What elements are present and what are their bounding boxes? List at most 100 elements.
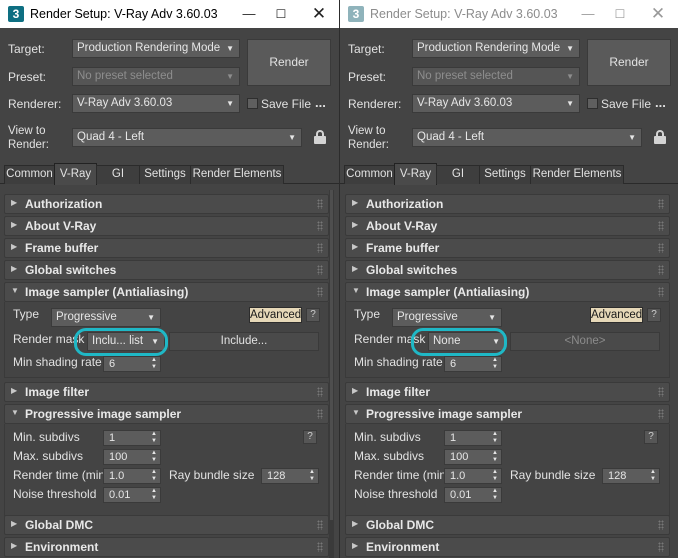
view-to-render-dropdown[interactable]: Quad 4 - Left ▼ xyxy=(412,128,642,147)
renderer-dropdown[interactable]: V-Ray Adv 3.60.03 ▼ xyxy=(412,94,580,113)
target-dropdown[interactable]: Production Rendering Mode ▼ xyxy=(412,39,580,58)
tab-vray[interactable]: V-Ray xyxy=(394,163,437,185)
grip-icon xyxy=(317,409,323,419)
spinner-arrows-icon: ▲ ▼ xyxy=(151,488,157,501)
rollout-title: Authorization xyxy=(25,197,103,211)
target-dropdown[interactable]: Production Rendering Mode ▼ xyxy=(72,39,240,58)
preset-dropdown[interactable]: No preset selected ▼ xyxy=(412,67,580,86)
min-subdivs-spinner[interactable]: 1 ▲ ▼ xyxy=(103,430,161,446)
expand-icon: ▶ xyxy=(352,242,359,251)
save-file-browse-button[interactable]: ... xyxy=(655,95,666,110)
advanced-button[interactable]: Advanced xyxy=(249,307,302,323)
render-time-spinner[interactable]: 1.0 ▲ ▼ xyxy=(444,468,502,484)
scrollbar-thumb[interactable] xyxy=(330,190,333,520)
maximize-button[interactable]: ☐ xyxy=(267,0,295,28)
close-button[interactable]: ✕ xyxy=(644,0,672,28)
min-shading-rate-spinner[interactable]: 6 ▲ ▼ xyxy=(103,356,161,372)
target-value: Production Rendering Mode xyxy=(417,42,561,54)
tab-common[interactable]: Common xyxy=(4,165,55,184)
renderer-value: V-Ray Adv 3.60.03 xyxy=(417,97,513,109)
rollout-header[interactable]: ▼ Image sampler (Antialiasing) xyxy=(345,282,670,302)
collapse-icon: ▼ xyxy=(352,286,360,295)
type-dropdown[interactable]: Progressive ▼ xyxy=(51,308,161,327)
min-shading-rate-spinner[interactable]: 6 ▲ ▼ xyxy=(444,356,502,372)
help-button[interactable]: ? xyxy=(303,430,317,444)
noise-threshold-spinner[interactable]: 0.01 ▲ ▼ xyxy=(444,487,502,503)
help-button[interactable]: ? xyxy=(647,308,661,322)
spinner-arrows-icon: ▲ ▼ xyxy=(151,357,157,370)
rollout-title: Frame buffer xyxy=(366,241,440,255)
minimize-button[interactable]: — xyxy=(235,0,263,28)
max-subdivs-spinner[interactable]: 100 ▲ ▼ xyxy=(444,449,502,465)
preset-label: Preset: xyxy=(348,70,387,84)
type-label: Type xyxy=(354,307,381,321)
grip-icon xyxy=(317,520,323,530)
spinner-arrows-icon: ▲ ▼ xyxy=(492,357,498,370)
tab-vray[interactable]: V-Ray xyxy=(54,163,97,185)
title-bar[interactable]: 3 Render Setup: V-Ray Adv 3.60.03 — ☐ ✕ xyxy=(340,0,678,28)
chevron-down-icon: ▼ xyxy=(628,133,636,142)
maximize-button[interactable]: ☐ xyxy=(606,0,634,28)
noise-threshold-spinner[interactable]: 0.01 ▲ ▼ xyxy=(103,487,161,503)
help-button[interactable]: ? xyxy=(306,308,320,322)
ray-bundle-size-spinner[interactable]: 128 ▲ ▼ xyxy=(261,468,319,484)
spinner-arrows-icon: ▲ ▼ xyxy=(151,431,157,444)
tab-settings[interactable]: Settings xyxy=(479,165,531,184)
annotation-circle xyxy=(411,328,507,356)
tab-render-elements[interactable]: Render Elements xyxy=(190,165,284,184)
tab-common[interactable]: Common xyxy=(344,165,395,184)
ray-bundle-size-value: 128 xyxy=(267,470,286,482)
chevron-down-icon: ▼ xyxy=(288,133,296,142)
spinner-arrows-icon: ▲ ▼ xyxy=(492,450,498,463)
title-bar[interactable]: 3 Render Setup: V-Ray Adv 3.60.03 — ☐ ✕ xyxy=(0,0,339,28)
collapse-icon: ▼ xyxy=(11,408,19,417)
render-time-spinner[interactable]: 1.0 ▲ ▼ xyxy=(103,468,161,484)
help-button[interactable]: ? xyxy=(644,430,658,444)
renderer-dropdown[interactable]: V-Ray Adv 3.60.03 ▼ xyxy=(72,94,240,113)
max-subdivs-label: Max. subdivs xyxy=(354,449,425,463)
vertical-scrollbar[interactable] xyxy=(329,190,334,558)
render-button[interactable]: Render xyxy=(587,39,671,86)
min-subdivs-spinner[interactable]: 1 ▲ ▼ xyxy=(444,430,502,446)
type-dropdown[interactable]: Progressive ▼ xyxy=(392,308,502,327)
renderer-label: Renderer: xyxy=(8,97,62,111)
lock-icon[interactable] xyxy=(314,130,326,144)
rollout-header[interactable]: ▼ Progressive image sampler xyxy=(4,404,329,424)
expand-icon: ▶ xyxy=(352,519,359,528)
grip-icon xyxy=(317,542,323,552)
3dsmax-app-icon: 3 xyxy=(348,6,364,22)
min-shading-rate-value: 6 xyxy=(109,358,116,370)
save-file-checkbox[interactable] xyxy=(587,98,598,109)
render-mask-none-field: <None> xyxy=(510,332,660,351)
render-button[interactable]: Render xyxy=(247,39,331,86)
tab-render-elements[interactable]: Render Elements xyxy=(530,165,624,184)
rollout-header[interactable]: ▼ Progressive image sampler xyxy=(345,404,670,424)
rollout-title: Image filter xyxy=(366,385,431,399)
renderer-value: V-Ray Adv 3.60.03 xyxy=(77,97,173,109)
rollout-header[interactable]: ▼ Image sampler (Antialiasing) xyxy=(4,282,329,302)
min-subdivs-label: Min. subdivs xyxy=(13,430,80,444)
save-file-browse-button[interactable]: ... xyxy=(315,95,326,110)
advanced-button[interactable]: Advanced xyxy=(590,307,643,323)
tab-bar: Common V-Ray GI Settings Render Elements xyxy=(0,163,339,185)
save-file-checkbox[interactable] xyxy=(247,98,258,109)
rollout-title: Global switches xyxy=(25,263,117,277)
rollout-title: Image sampler (Antialiasing) xyxy=(366,285,530,299)
tab-gi[interactable]: GI xyxy=(436,165,480,184)
chevron-down-icon: ▼ xyxy=(566,72,574,81)
ray-bundle-size-label: Ray bundle size xyxy=(169,468,255,482)
render-mask-include-button[interactable]: Include... xyxy=(169,332,319,351)
max-subdivs-spinner[interactable]: 100 ▲ ▼ xyxy=(103,449,161,465)
tab-gi[interactable]: GI xyxy=(96,165,140,184)
ray-bundle-size-spinner[interactable]: 128 ▲ ▼ xyxy=(602,468,660,484)
grip-icon xyxy=(658,287,664,297)
close-button[interactable]: ✕ xyxy=(305,0,333,28)
tab-settings[interactable]: Settings xyxy=(139,165,191,184)
preset-dropdown[interactable]: No preset selected ▼ xyxy=(72,67,240,86)
3dsmax-app-icon: 3 xyxy=(8,6,24,22)
view-to-render-dropdown[interactable]: Quad 4 - Left ▼ xyxy=(72,128,302,147)
min-subdivs-value: 1 xyxy=(450,432,457,444)
spinner-arrows-icon: ▲ ▼ xyxy=(309,469,315,482)
minimize-button[interactable]: — xyxy=(574,0,602,28)
lock-icon[interactable] xyxy=(654,130,666,144)
